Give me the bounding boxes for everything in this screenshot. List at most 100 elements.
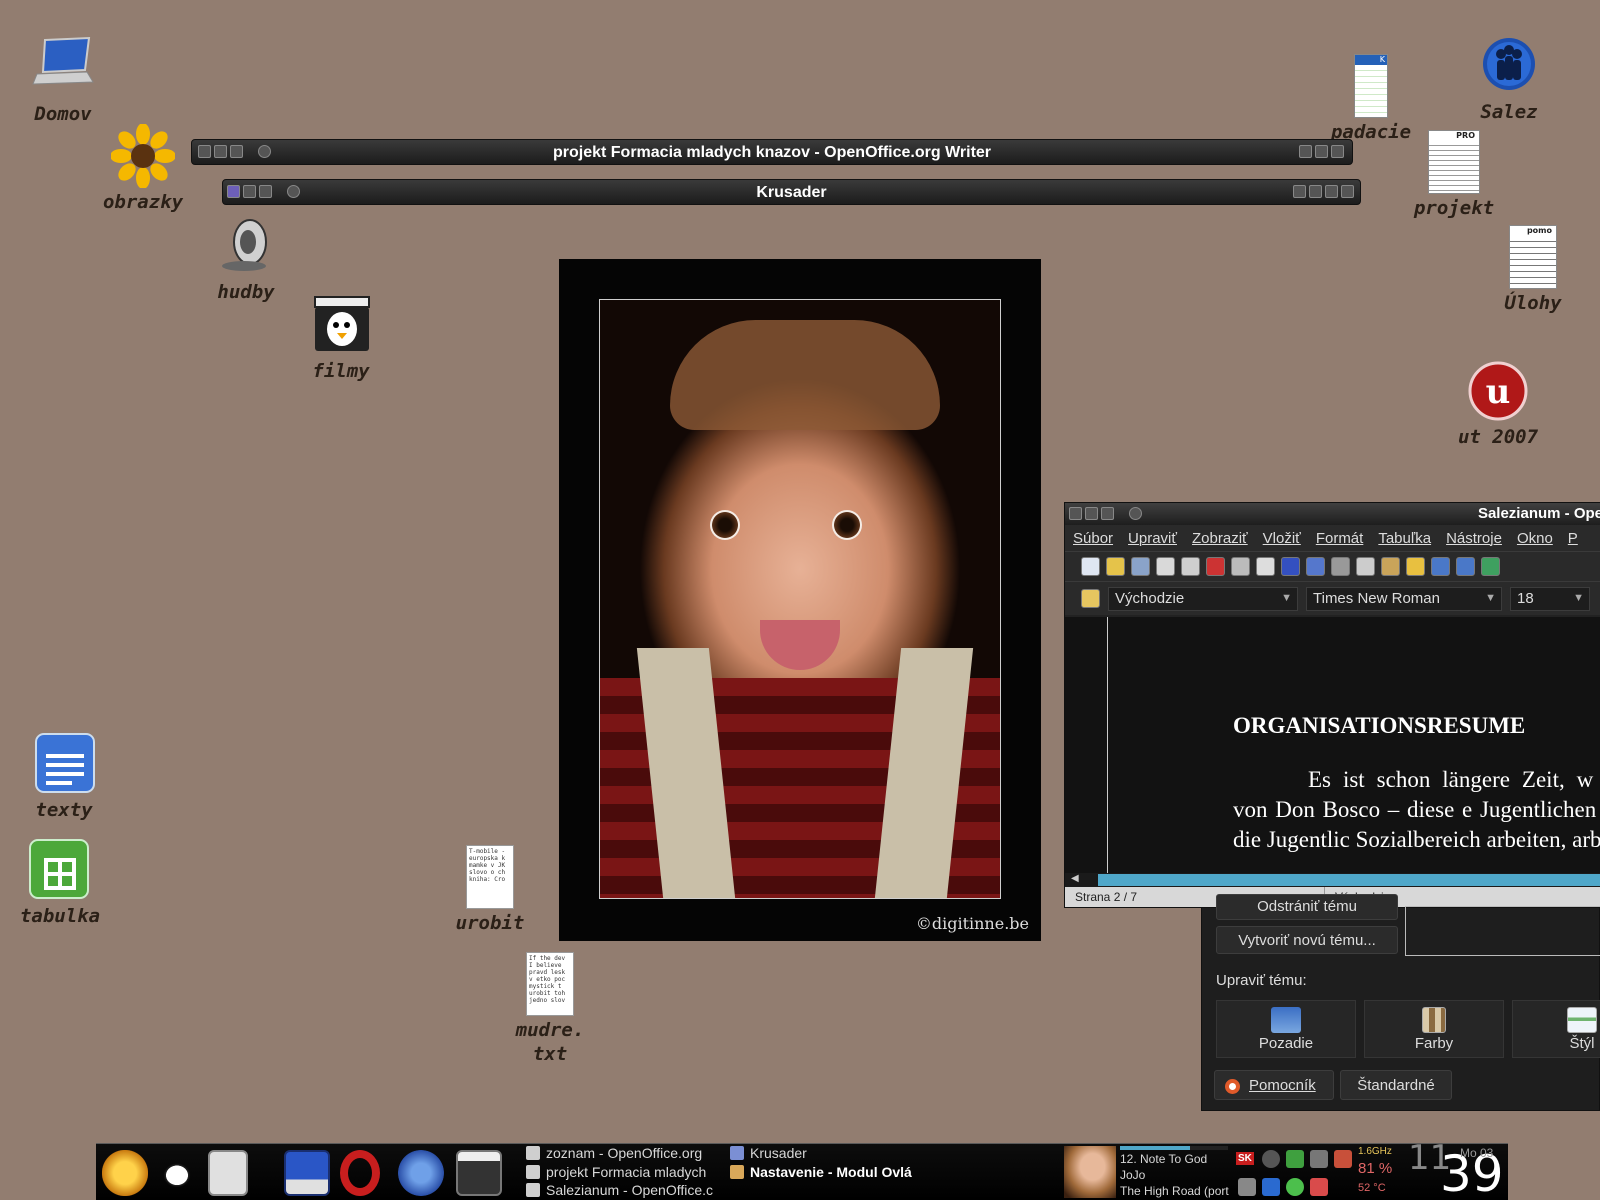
menu-table[interactable]: Tabuľka (1378, 530, 1431, 547)
close-icon[interactable] (1341, 185, 1354, 198)
network-icon[interactable] (1262, 1150, 1280, 1168)
theme-list-box[interactable] (1405, 906, 1600, 956)
cut-icon[interactable] (1331, 557, 1350, 576)
copy-icon[interactable] (1356, 557, 1375, 576)
desktop-icon-texty[interactable]: texty (9, 732, 119, 822)
minimize-icon[interactable] (1299, 145, 1312, 158)
lock-icon[interactable] (1238, 1178, 1256, 1196)
clock-day: Mo 03 (1460, 1146, 1494, 1160)
desktop-icon-projekt[interactable]: PRO projekt (1399, 130, 1509, 220)
desktop-icon-label: projekt (1413, 197, 1495, 219)
desktop-icon-mudre[interactable]: If the dev I believe pravd lesk v etko p… (495, 952, 605, 1066)
download-icon[interactable] (1286, 1150, 1304, 1168)
switch-desktop-icon[interactable] (208, 1150, 248, 1196)
paragraph-style-select[interactable]: Východzie ▼ (1108, 586, 1298, 611)
menu-edit[interactable]: Upraviť (1128, 530, 1177, 547)
kde-menu-icon[interactable] (102, 1150, 148, 1196)
email-icon[interactable] (1156, 557, 1175, 576)
desktop-icon-obrazky[interactable]: obrazky (88, 123, 198, 214)
edit-file-icon[interactable] (1181, 557, 1200, 576)
menu-format[interactable]: Formát (1316, 530, 1364, 547)
desktop-icon-domov[interactable]: Domov (8, 36, 118, 126)
paste-icon[interactable] (1381, 557, 1400, 576)
help-icon[interactable] (1293, 185, 1306, 198)
redo-icon[interactable] (1456, 557, 1475, 576)
maximize-icon[interactable] (1315, 145, 1328, 158)
autospellcheck-icon[interactable] (1306, 557, 1325, 576)
on-all-desktops-icon[interactable] (1129, 507, 1142, 520)
keyboard-layout-badge[interactable]: SK (1236, 1152, 1254, 1165)
task-button-zoznam[interactable]: zoznam - OpenOffice.org (526, 1145, 716, 1161)
remove-theme-button[interactable]: Odstrániť tému (1216, 894, 1398, 920)
task-button-salezianum[interactable]: Salezianum - OpenOffice.c (526, 1182, 716, 1198)
openoffice-icon (526, 1165, 540, 1179)
scrollbar-thumb[interactable] (1098, 874, 1600, 886)
background-tile[interactable]: Pozadie (1216, 1000, 1356, 1058)
horizontal-scrollbar[interactable]: ◀ (1065, 873, 1600, 887)
close-icon[interactable] (1331, 145, 1344, 158)
desktop-icon-hudby[interactable]: hudby (191, 214, 301, 304)
styles-icon[interactable] (1081, 589, 1100, 608)
font-size-value: 18 (1517, 589, 1534, 607)
document-canvas[interactable]: ORGANISATIONSRESUME Es ist schon längere… (1065, 617, 1600, 873)
format-paintbrush-icon[interactable] (1406, 557, 1425, 576)
photo-frame-widget[interactable]: ©digitinne.be (559, 259, 1041, 941)
menu-help[interactable]: P (1568, 530, 1578, 547)
menu-file[interactable]: Súbor (1073, 530, 1113, 547)
repeat-icon[interactable] (1481, 557, 1500, 576)
task-button-nastavenie[interactable]: Nastavenie - Modul Ovlá (730, 1164, 930, 1180)
desktop-icon-urobit[interactable]: T-mobile - europska k mamke v JK slovo o… (435, 845, 545, 935)
menu-insert[interactable]: Vložiť (1263, 530, 1301, 547)
konqueror-icon[interactable] (398, 1150, 444, 1196)
font-size-select[interactable]: 18 ▼ (1510, 586, 1590, 611)
task-button-projekt[interactable]: projekt Formacia mladych (526, 1164, 716, 1180)
undo-icon[interactable] (1431, 557, 1450, 576)
writer-window-titlebar[interactable]: projekt Formacia mladych knazov - OpenOf… (191, 139, 1353, 165)
desktop-icon-ulohy[interactable]: pomo Úlohy (1478, 225, 1588, 315)
update-icon[interactable] (1286, 1178, 1304, 1196)
help-button[interactable]: Pomocník (1214, 1070, 1334, 1100)
export-pdf-icon[interactable] (1206, 557, 1225, 576)
text-file-icon: T-mobile - europska k mamke v JK slovo o… (466, 845, 514, 909)
menu-window[interactable]: Okno (1517, 530, 1553, 547)
window-menu-icon[interactable] (1069, 507, 1082, 520)
shade-icon[interactable] (1085, 507, 1098, 520)
album-art-thumbnail[interactable] (1064, 1146, 1116, 1198)
krusader-window-titlebar[interactable]: Krusader (222, 179, 1361, 205)
colors-tile[interactable]: Farby (1364, 1000, 1504, 1058)
penguin-icon[interactable] (154, 1150, 200, 1196)
open-folder-icon[interactable] (1106, 557, 1125, 576)
new-theme-button[interactable]: Vytvoriť novú tému... (1216, 926, 1398, 954)
desktop-icon-salez[interactable]: Salez (1454, 34, 1564, 124)
save-icon[interactable] (1131, 557, 1150, 576)
desktop-icon-ut2007[interactable]: u ut 2007 (1443, 359, 1553, 449)
openoffice-icon (526, 1146, 540, 1160)
video-clapper-icon[interactable] (456, 1150, 502, 1196)
media-progress-bar[interactable] (1120, 1146, 1228, 1150)
clipboard-icon[interactable] (1334, 1150, 1352, 1168)
defaults-button[interactable]: Štandardné (1340, 1070, 1452, 1100)
print-preview-icon[interactable] (1256, 557, 1275, 576)
floppy-disk-icon[interactable] (284, 1150, 330, 1196)
new-theme-label: Vytvoriť novú tému... (1238, 932, 1376, 949)
print-icon[interactable] (1231, 557, 1250, 576)
scroll-left-icon[interactable]: ◀ (1071, 873, 1079, 884)
warning-icon[interactable] (1310, 1178, 1328, 1196)
desktop-icon-tabulka[interactable]: tabulka (5, 838, 115, 928)
opera-browser-icon[interactable] (340, 1150, 380, 1196)
task-button-krusader[interactable]: Krusader (730, 1145, 930, 1161)
new-document-icon[interactable] (1081, 557, 1100, 576)
menu-tools[interactable]: Nástroje (1446, 530, 1502, 547)
spellcheck-icon[interactable] (1281, 557, 1300, 576)
bluetooth-icon[interactable] (1262, 1178, 1280, 1196)
style-tile[interactable]: Štýl (1512, 1000, 1600, 1058)
desktop-icon-filmy[interactable]: filmy (286, 293, 396, 383)
window-titlebar[interactable]: Salezianum - Ope (1065, 503, 1600, 525)
maximize-icon[interactable] (1325, 185, 1338, 198)
menu-view[interactable]: Zobraziť (1192, 530, 1248, 547)
color-palette-icon (1422, 1007, 1446, 1033)
font-name-select[interactable]: Times New Roman ▼ (1306, 586, 1502, 611)
minimize-icon[interactable] (1309, 185, 1322, 198)
sound-icon[interactable] (1310, 1150, 1328, 1168)
sticky-icon[interactable] (1101, 507, 1114, 520)
